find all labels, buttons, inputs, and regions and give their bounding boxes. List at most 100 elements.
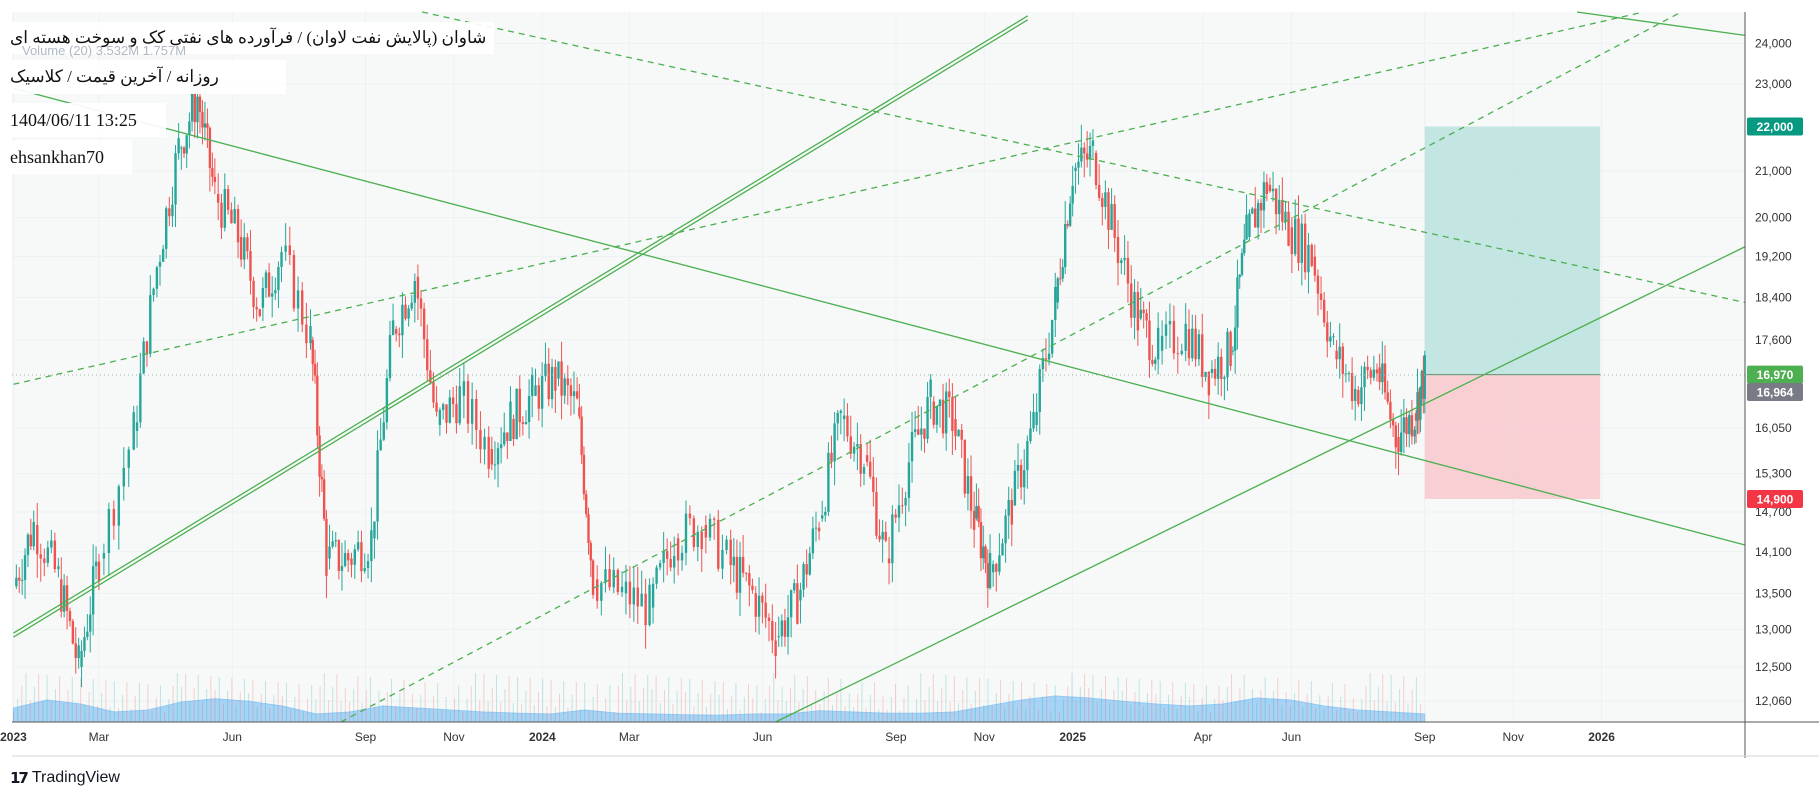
candle-body [1386,392,1389,402]
candle-body [732,556,736,566]
candle-body [320,476,324,480]
candle-body [1293,218,1297,255]
candle-body [305,324,308,344]
candle-body [438,409,442,425]
candle-body [1310,244,1313,266]
candle-body [917,429,920,435]
candle-body [975,506,978,519]
candle-body [370,530,373,562]
candle-body [1307,244,1310,273]
candle-body [1116,236,1120,264]
candle-body [754,593,757,617]
candle-body [1245,214,1248,240]
candle-body [802,564,805,590]
candle-body [165,208,168,249]
candle-body [550,366,554,400]
candle-body [277,266,280,291]
candle-body [859,444,862,474]
candle-body [373,521,376,539]
candle-body [208,127,212,169]
candle-body [1113,204,1116,238]
candle-body [1405,417,1408,435]
candle-body [566,378,569,386]
candle-body [518,388,521,423]
x-tick-label: Apr [1194,730,1213,744]
tradingview-logo[interactable]: 17 TradingView [10,768,120,788]
candle-body [1248,213,1251,237]
candle-body [680,552,684,561]
candle-body [388,335,392,379]
candle-body [904,497,907,506]
x-tick-label: Nov [974,730,995,744]
candle-body [735,556,739,593]
candle-body [1035,412,1038,425]
candle-body [1029,428,1032,442]
candle-body [270,293,274,297]
candle-body [264,272,268,289]
candle-body [1322,299,1326,323]
candle-body [1210,368,1214,373]
candle-body [1229,331,1232,366]
y-tick-label: 23,000 [1755,77,1792,91]
candle-body [696,531,699,547]
candle-body [356,542,360,550]
candle-body [503,432,506,445]
candle-body [1394,425,1397,448]
candle-body [684,513,688,553]
candle-body [1265,182,1269,195]
candle-body [258,309,261,316]
candle-body [1284,211,1287,222]
x-tick-label: 2023 [0,730,27,744]
candle-body [1074,167,1077,171]
candle-body [824,511,827,516]
candle-body [774,640,777,657]
candle-body [230,209,233,224]
candle-body [426,339,429,371]
candle-body [1410,415,1414,437]
candle-body [644,593,647,626]
candle-body [1369,370,1372,378]
candle-body [1160,335,1164,351]
candle-body [894,514,897,518]
y-tick-label: 19,200 [1755,250,1792,264]
candle-body [382,422,385,440]
candle-body [422,308,426,340]
candle-body [827,452,830,512]
candle-body [1397,436,1400,452]
candle-body [1338,346,1341,360]
candle-body [171,204,174,217]
candle-body [814,527,818,529]
candle-body [608,569,611,588]
candle-body [708,518,712,538]
candle-body [201,111,204,128]
x-tick-label: Nov [1502,730,1523,744]
y-tick-label: 13,500 [1755,586,1792,600]
candle-body [1344,373,1348,375]
candle-body [325,518,328,576]
candle-body [849,436,852,454]
candle-body [1278,199,1281,215]
candle-body [941,399,945,434]
candle-body [1094,152,1098,185]
candle-body [575,391,579,399]
candle-body [211,168,214,177]
candle-body [881,531,884,540]
candle-body [1104,192,1107,207]
candle-body [842,415,846,420]
candle-body [145,341,149,354]
candle-body [1423,355,1426,399]
candle-body [236,208,240,243]
y-tick-label: 17,600 [1755,333,1792,347]
candle-body [343,553,347,566]
candle-body [700,531,703,550]
candle-body [712,518,716,520]
candle-body [177,138,180,154]
candle-body [39,554,42,559]
candle-body [1375,369,1379,374]
y-tick-label: 13,000 [1755,622,1792,636]
candle-body [966,476,970,494]
candle-body [46,547,50,563]
candle-body [1313,256,1317,276]
price-badge-label: 22,000 [1757,120,1794,134]
candle-body [127,449,130,468]
